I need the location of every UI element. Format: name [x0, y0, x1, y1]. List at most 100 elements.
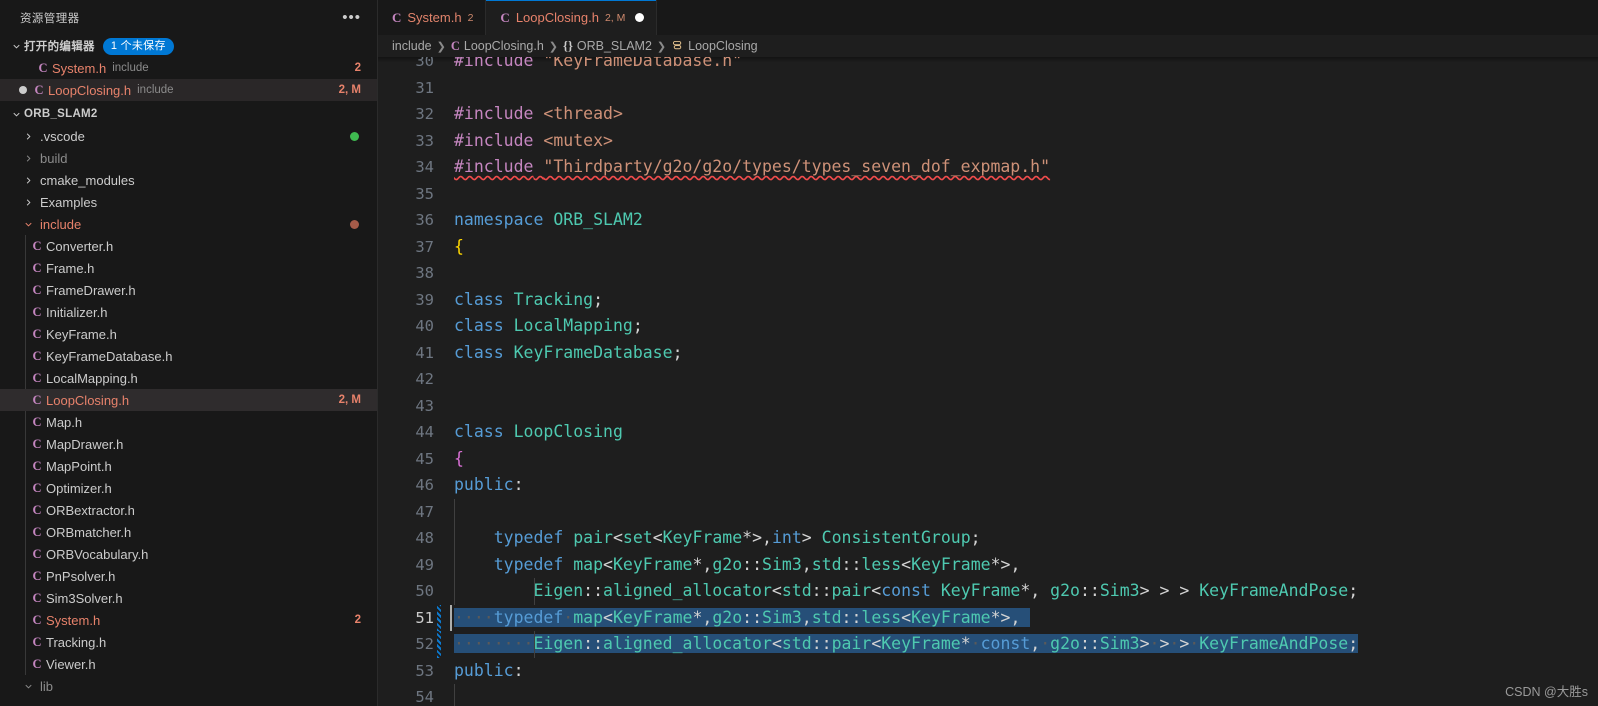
project-section-header[interactable]: ORB_SLAM2 [0, 103, 377, 125]
code-line[interactable]: 46 public: [378, 472, 1598, 499]
line-content[interactable] [450, 260, 1598, 287]
code-line[interactable]: 31 [378, 75, 1598, 102]
line-content[interactable]: typedef map<KeyFrame*,g2o::Sim3,std::les… [450, 551, 1598, 578]
code-line[interactable]: 47 [378, 498, 1598, 525]
line-content[interactable]: namespace ORB_SLAM2 [450, 207, 1598, 234]
tree-file-framedrawer-h[interactable]: C FrameDrawer.h [0, 279, 377, 301]
breadcrumb-item-class[interactable]: LoopClosing [671, 39, 758, 54]
project-name: ORB_SLAM2 [24, 108, 98, 120]
code-line[interactable]: 49 typedef map<KeyFrame*,g2o::Sim3,std::… [378, 551, 1598, 578]
code-line[interactable]: 32 #include <thread> [378, 101, 1598, 128]
open-editor-item-system-h[interactable]: C System.h include 2 [0, 57, 377, 79]
code-editor[interactable]: 30 #include "KeyFrameDatabase.h" 31 32 #… [378, 57, 1598, 706]
tree-file-tracking-h[interactable]: C Tracking.h [0, 631, 377, 653]
code-line[interactable]: 34 #include "Thirdparty/g2o/g2o/types/ty… [378, 154, 1598, 181]
tree-file-optimizer-h[interactable]: C Optimizer.h [0, 477, 377, 499]
code-line[interactable]: 38 [378, 260, 1598, 287]
code-line[interactable]: 37 { [378, 234, 1598, 261]
breadcrumb-item-namespace[interactable]: {} ORB_SLAM2 [563, 39, 652, 54]
tree-file-viewer-h[interactable]: C Viewer.h [0, 653, 377, 675]
line-content[interactable]: class KeyFrameDatabase; [450, 340, 1598, 367]
code-line[interactable]: 42 [378, 366, 1598, 393]
tab-system-h[interactable]: C System.h 2 [378, 0, 487, 35]
tree-file-mapdrawer-h[interactable]: C MapDrawer.h [0, 433, 377, 455]
line-content[interactable]: #include <mutex> [450, 128, 1598, 155]
open-editors-section-header[interactable]: 打开的编辑器 1 个未保存 [0, 35, 377, 57]
tree-file-orbmatcher-h[interactable]: C ORBmatcher.h [0, 521, 377, 543]
ellipsis-icon[interactable]: ••• [334, 10, 369, 25]
tree-folder-include[interactable]: include [0, 213, 377, 235]
line-content[interactable]: ····typedef·map<KeyFrame*,g2o::Sim3,std:… [450, 604, 1598, 632]
code-line[interactable]: 41 class KeyFrameDatabase; [378, 340, 1598, 367]
tree-folder-cmake-modules[interactable]: cmake_modules [0, 169, 377, 191]
unsaved-dot-icon[interactable] [16, 86, 30, 94]
code-line[interactable]: 30 #include "KeyFrameDatabase.h" [378, 57, 1598, 75]
code-line[interactable]: 36 namespace ORB_SLAM2 [378, 207, 1598, 234]
tree-file-pnpsolver-h[interactable]: C PnPsolver.h [0, 565, 377, 587]
line-content[interactable] [450, 366, 1598, 393]
chevron-right-icon [20, 131, 36, 142]
line-content[interactable]: public: [450, 472, 1598, 499]
line-content[interactable]: class LoopClosing [450, 419, 1598, 446]
tree-file-system-h[interactable]: C System.h 2 [0, 609, 377, 631]
code-line[interactable]: 48 typedef pair<set<KeyFrame*>,int> Cons… [378, 525, 1598, 552]
tree-file-converter-h[interactable]: C Converter.h [0, 235, 377, 257]
tree-folder-vscode[interactable]: .vscode [0, 125, 377, 147]
tree-file-keyframedatabase-h[interactable]: C KeyFrameDatabase.h [0, 345, 377, 367]
tree-file-label: PnPsolver.h [46, 568, 116, 584]
tab-dirty-dot-icon[interactable] [635, 13, 645, 22]
code-line[interactable]: 35 [378, 181, 1598, 208]
tab-loopclosing-h[interactable]: C LoopClosing.h 2, M [486, 0, 658, 35]
file-tree: .vscode build cmake_modules Examples inc… [0, 125, 377, 706]
code-line-selected[interactable]: 51 ····typedef·map<KeyFrame*,g2o::Sim3,s… [378, 604, 1598, 632]
tree-file-frame-h[interactable]: C Frame.h [0, 257, 377, 279]
tree-folder-lib[interactable]: lib [0, 675, 377, 697]
line-content[interactable] [450, 684, 1598, 706]
line-content[interactable]: class LocalMapping; [450, 313, 1598, 340]
line-content[interactable]: public: [450, 658, 1598, 685]
line-content[interactable] [450, 498, 1598, 525]
line-content[interactable] [450, 75, 1598, 102]
tree-file-keyframe-h[interactable]: C KeyFrame.h [0, 323, 377, 345]
line-content[interactable]: class Tracking; [450, 287, 1598, 314]
tree-file-label: Tracking.h [46, 634, 107, 650]
tree-file-loopclosing-h[interactable]: C LoopClosing.h 2, M [0, 389, 377, 411]
open-editor-item-loopclosing-h[interactable]: C LoopClosing.h include 2, M [0, 79, 377, 101]
code-line[interactable]: 40 class LocalMapping; [378, 313, 1598, 340]
breadcrumb-item-include[interactable]: include [392, 39, 432, 53]
code-line[interactable]: 44 class LoopClosing [378, 419, 1598, 446]
tree-file-sim3solver-h[interactable]: C Sim3Solver.h [0, 587, 377, 609]
tree-file-localmapping-h[interactable]: C LocalMapping.h [0, 367, 377, 389]
code-line[interactable]: 39 class Tracking; [378, 287, 1598, 314]
code-line[interactable]: 43 [378, 393, 1598, 420]
code-line[interactable]: 50 Eigen::aligned_allocator<std::pair<co… [378, 578, 1598, 605]
vscode-window: 资源管理器 ••• 打开的编辑器 1 个未保存 C System.h inclu… [0, 0, 1598, 706]
breadcrumb-item-file[interactable]: C LoopClosing.h [451, 39, 544, 54]
tree-file-orbextractor-h[interactable]: C ORBextractor.h [0, 499, 377, 521]
code-line[interactable]: 53 public: [378, 658, 1598, 685]
include-children: C Converter.h C Frame.h C FrameDrawer.h … [0, 235, 377, 675]
tree-folder-build[interactable]: build [0, 147, 377, 169]
code-line[interactable]: 45 { [378, 446, 1598, 473]
tree-file-map-h[interactable]: C Map.h [0, 411, 377, 433]
line-content[interactable]: ···· ····Eigen::aligned_allocator<std::pa… [450, 631, 1598, 658]
tree-folder-examples[interactable]: Examples [0, 191, 377, 213]
code-line[interactable]: 54 [378, 684, 1598, 706]
line-content[interactable]: Eigen::aligned_allocator<std::pair<const… [450, 578, 1598, 605]
code-lines: 30 #include "KeyFrameDatabase.h" 31 32 #… [378, 57, 1598, 706]
line-content[interactable]: #include <thread> [450, 101, 1598, 128]
code-line-selected[interactable]: 52 ···· ····Eigen::aligned_allocator<std:… [378, 631, 1598, 658]
tree-file-initializer-h[interactable]: C Initializer.h [0, 301, 377, 323]
line-content[interactable]: { [450, 234, 1598, 261]
line-content[interactable]: #include "Thirdparty/g2o/g2o/types/types… [450, 154, 1598, 181]
line-content[interactable]: { [450, 446, 1598, 473]
tree-file-orbvocabulary-h[interactable]: C ORBVocabulary.h [0, 543, 377, 565]
chevron-right-icon: ❯ [436, 40, 446, 53]
folder-status-dot-icon [350, 131, 359, 141]
line-content[interactable]: #include "KeyFrameDatabase.h" [450, 57, 1598, 75]
tree-file-mappoint-h[interactable]: C MapPoint.h [0, 455, 377, 477]
code-line[interactable]: 33 #include <mutex> [378, 128, 1598, 155]
line-content[interactable] [450, 181, 1598, 208]
line-content[interactable] [450, 393, 1598, 420]
line-content[interactable]: typedef pair<set<KeyFrame*>,int> Consist… [450, 525, 1598, 552]
